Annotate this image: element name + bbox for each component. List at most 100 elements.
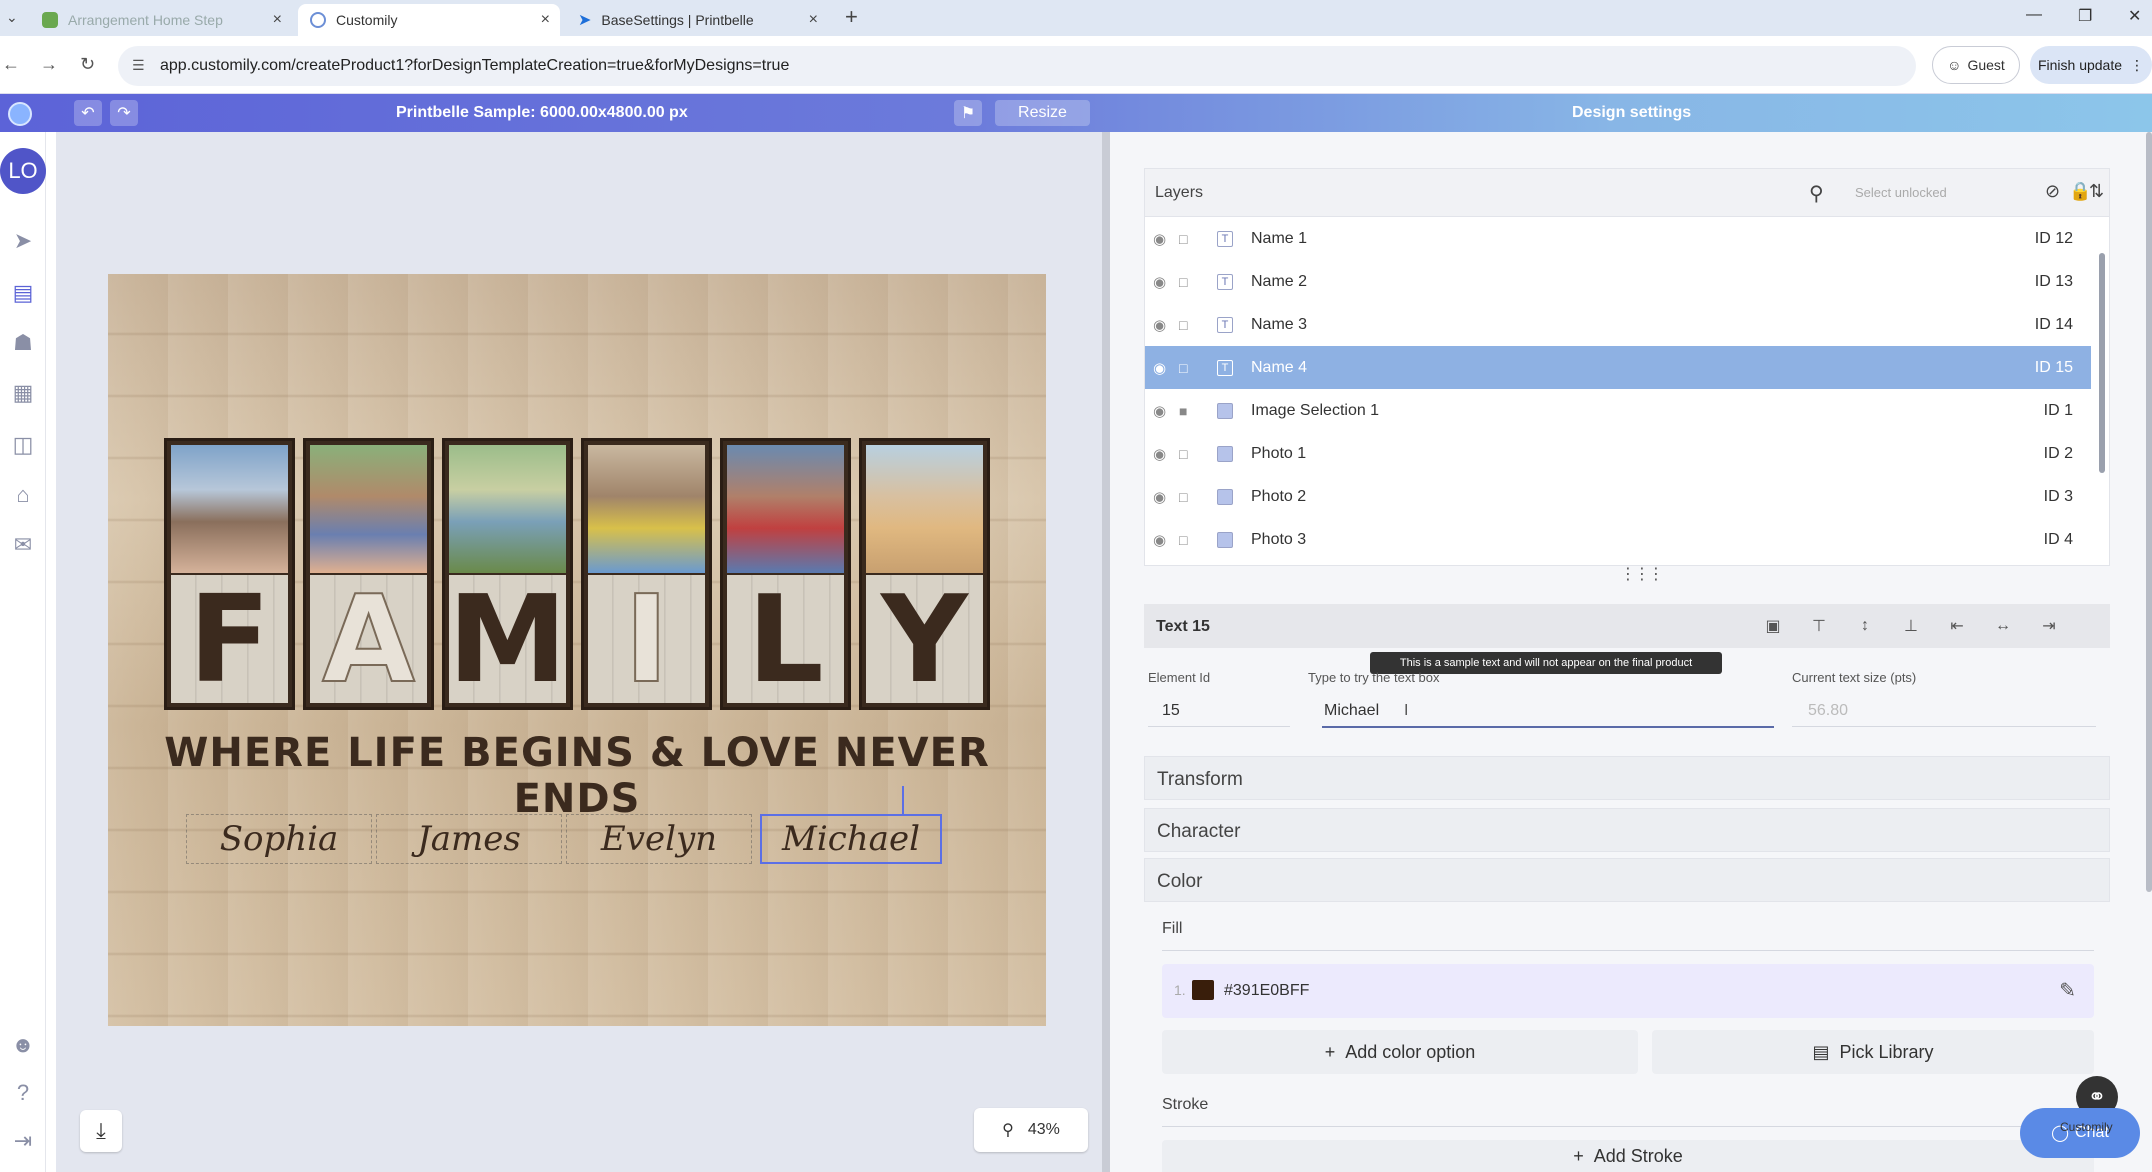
layers-scrollbar[interactable]	[2099, 253, 2105, 473]
design-canvas-area[interactable]: F A M I L Y WHERE LIFE BEGINS & LOVE NEV…	[56, 132, 1102, 1172]
redo-icon[interactable]: ↷	[110, 100, 138, 126]
photo-frame-5[interactable]: L	[720, 438, 851, 710]
rocket-icon[interactable]: ➤	[8, 226, 38, 256]
font-icon[interactable]: ▦	[8, 378, 38, 408]
hide-icon[interactable]: ⊘	[2045, 181, 2060, 202]
undo-icon[interactable]: ↶	[74, 100, 102, 126]
layer-row[interactable]: ◉ ■ Image Selection 1 ID 1	[1145, 389, 2091, 432]
align-top-icon[interactable]: ⊤	[1806, 614, 1832, 638]
fill-color-row[interactable]: 1. #391E0BFF ✎	[1162, 964, 2094, 1018]
design-preview[interactable]: F A M I L Y WHERE LIFE BEGINS & LOVE NEV…	[108, 274, 1046, 1026]
tshirt-icon[interactable]: ☗	[8, 328, 38, 358]
avatar[interactable]: LO	[0, 148, 46, 194]
eye-icon[interactable]: ◉	[1153, 359, 1166, 377]
align-bottom-icon[interactable]: ⊥	[1898, 614, 1924, 638]
url-field[interactable]: ☰ app.customily.com/createProduct1?forDe…	[118, 46, 1916, 86]
document-icon[interactable]: ▤	[8, 278, 38, 308]
character-accordion[interactable]: Character	[1144, 808, 2110, 852]
restore-icon[interactable]: ❐	[2078, 6, 2092, 26]
photo-frame-3[interactable]: M	[442, 438, 573, 710]
unlock-icon[interactable]: □	[1179, 489, 1187, 505]
select-unlocked-label[interactable]: Select unlocked	[1855, 185, 1947, 200]
browser-tab-3[interactable]: ➤ BaseSettings | Printbelle ×	[566, 4, 828, 36]
eye-icon[interactable]: ◉	[1153, 273, 1166, 291]
browser-tab-2[interactable]: Customily ×	[298, 4, 560, 36]
eye-icon[interactable]: ◉	[1153, 230, 1166, 248]
unlock-icon[interactable]: □	[1179, 360, 1187, 376]
unlock-icon[interactable]: □	[1179, 446, 1187, 462]
layer-row[interactable]: ◉ □ T Name 3 ID 14	[1145, 303, 2091, 346]
add-color-label: Add color option	[1345, 1041, 1476, 1062]
layer-row[interactable]: ◉ □ T Name 1 ID 12	[1145, 217, 2091, 260]
layer-row[interactable]: ◉ □ Photo 1 ID 2	[1145, 432, 2091, 475]
browser-tab-1[interactable]: Arrangement Home Step ×	[30, 4, 292, 36]
close-tab-icon[interactable]: ×	[809, 11, 818, 29]
layer-row-selected[interactable]: ◉ □ T Name 4 ID 15	[1145, 346, 2091, 389]
minimize-icon[interactable]: —	[2026, 6, 2042, 24]
eye-icon[interactable]: ◉	[1153, 531, 1166, 549]
window-close-icon[interactable]: ✕	[2128, 6, 2141, 26]
reload-icon[interactable]: ↻	[80, 54, 95, 75]
resize-grip-icon[interactable]: ⋮⋮⋮	[1620, 564, 1664, 584]
transform-accordion[interactable]: Transform	[1144, 756, 2110, 800]
align-right-icon[interactable]: ⇥	[2036, 614, 2062, 638]
unlock-icon[interactable]: □	[1179, 274, 1187, 290]
unlock-icon[interactable]: □	[1179, 231, 1187, 247]
users-icon[interactable]: ☻	[8, 1030, 38, 1060]
photo-frame-1[interactable]: F	[164, 438, 295, 710]
close-tab-icon[interactable]: ×	[541, 11, 550, 29]
sort-icon[interactable]: ⇅	[2089, 181, 2104, 202]
photo-frame-6[interactable]: Y	[859, 438, 990, 710]
resize-button[interactable]: Resize	[995, 100, 1090, 126]
eye-icon[interactable]: ◉	[1153, 316, 1166, 334]
store-icon[interactable]: ⌂	[8, 480, 38, 510]
photo-frame-4[interactable]: I	[581, 438, 712, 710]
unlock-icon[interactable]: □	[1179, 317, 1187, 333]
canvas-divider-scrollbar[interactable]	[1102, 132, 1110, 1172]
zoom-control[interactable]: ⚲ 43%	[974, 1108, 1088, 1152]
fill-swatch[interactable]	[1192, 980, 1214, 1000]
color-accordion[interactable]: Color	[1144, 858, 2110, 902]
name-text-3[interactable]: Evelyn	[566, 814, 752, 864]
help-icon[interactable]: ?	[8, 1078, 38, 1108]
layer-row[interactable]: ◉ □ T Name 2 ID 13	[1145, 260, 2091, 303]
name-text-1[interactable]: Sophia	[186, 814, 372, 864]
pick-library-button[interactable]: ▤ Pick Library	[1652, 1030, 2094, 1074]
back-icon[interactable]: ←	[2, 54, 20, 75]
rotation-handle[interactable]	[902, 786, 904, 814]
search-icon[interactable]: ⚲	[1809, 181, 1824, 206]
eye-icon[interactable]: ◉	[1153, 402, 1166, 420]
add-stroke-button[interactable]: + Add Stroke	[1162, 1140, 2094, 1172]
finish-update-button[interactable]: Finish update ⋮	[2030, 46, 2152, 84]
customily-logo-icon[interactable]	[8, 102, 32, 126]
align-center-icon[interactable]: ↔	[1990, 614, 2016, 638]
fit-icon[interactable]: ▣	[1760, 614, 1786, 638]
design-tagline[interactable]: WHERE LIFE BEGINS & LOVE NEVER ENDS	[108, 730, 1046, 822]
tab-list-chevron-icon[interactable]: ⌄	[6, 9, 18, 26]
close-tab-icon[interactable]: ×	[273, 11, 282, 29]
download-button[interactable]: ⤓	[80, 1110, 122, 1152]
layer-row[interactable]: ◉ □ Photo 2 ID 3	[1145, 475, 2091, 518]
edit-pencil-icon[interactable]: ✎	[2059, 978, 2076, 1003]
panel-scrollbar[interactable]	[2146, 132, 2152, 892]
lock-icon[interactable]: ■	[1179, 403, 1187, 419]
name-text-4-selected[interactable]: Michael	[760, 814, 942, 864]
align-left-icon[interactable]: ⇤	[1944, 614, 1970, 638]
eye-icon[interactable]: ◉	[1153, 488, 1166, 506]
layer-row[interactable]: ◉ □ Photo 3 ID 4	[1145, 518, 2091, 561]
sample-text-input[interactable]: Michael	[1324, 702, 1379, 720]
unlock-icon[interactable]: □	[1179, 532, 1187, 548]
forward-icon[interactable]: →	[40, 54, 58, 75]
name-text-2[interactable]: James	[376, 814, 562, 864]
inbox-icon[interactable]: ✉	[8, 530, 38, 560]
book-icon[interactable]: ◫	[8, 430, 38, 460]
logout-icon[interactable]: ⇥	[8, 1126, 38, 1156]
site-info-icon[interactable]: ☰	[132, 57, 145, 74]
guest-profile-button[interactable]: ☺ Guest	[1932, 46, 2020, 84]
photo-frame-2[interactable]: A	[303, 438, 434, 710]
add-color-option-button[interactable]: + Add color option	[1162, 1030, 1638, 1074]
align-middle-icon[interactable]: ↕	[1852, 614, 1878, 638]
eye-icon[interactable]: ◉	[1153, 445, 1166, 463]
tag-icon[interactable]: ⚑	[954, 100, 982, 126]
new-tab-icon[interactable]: +	[845, 4, 858, 30]
